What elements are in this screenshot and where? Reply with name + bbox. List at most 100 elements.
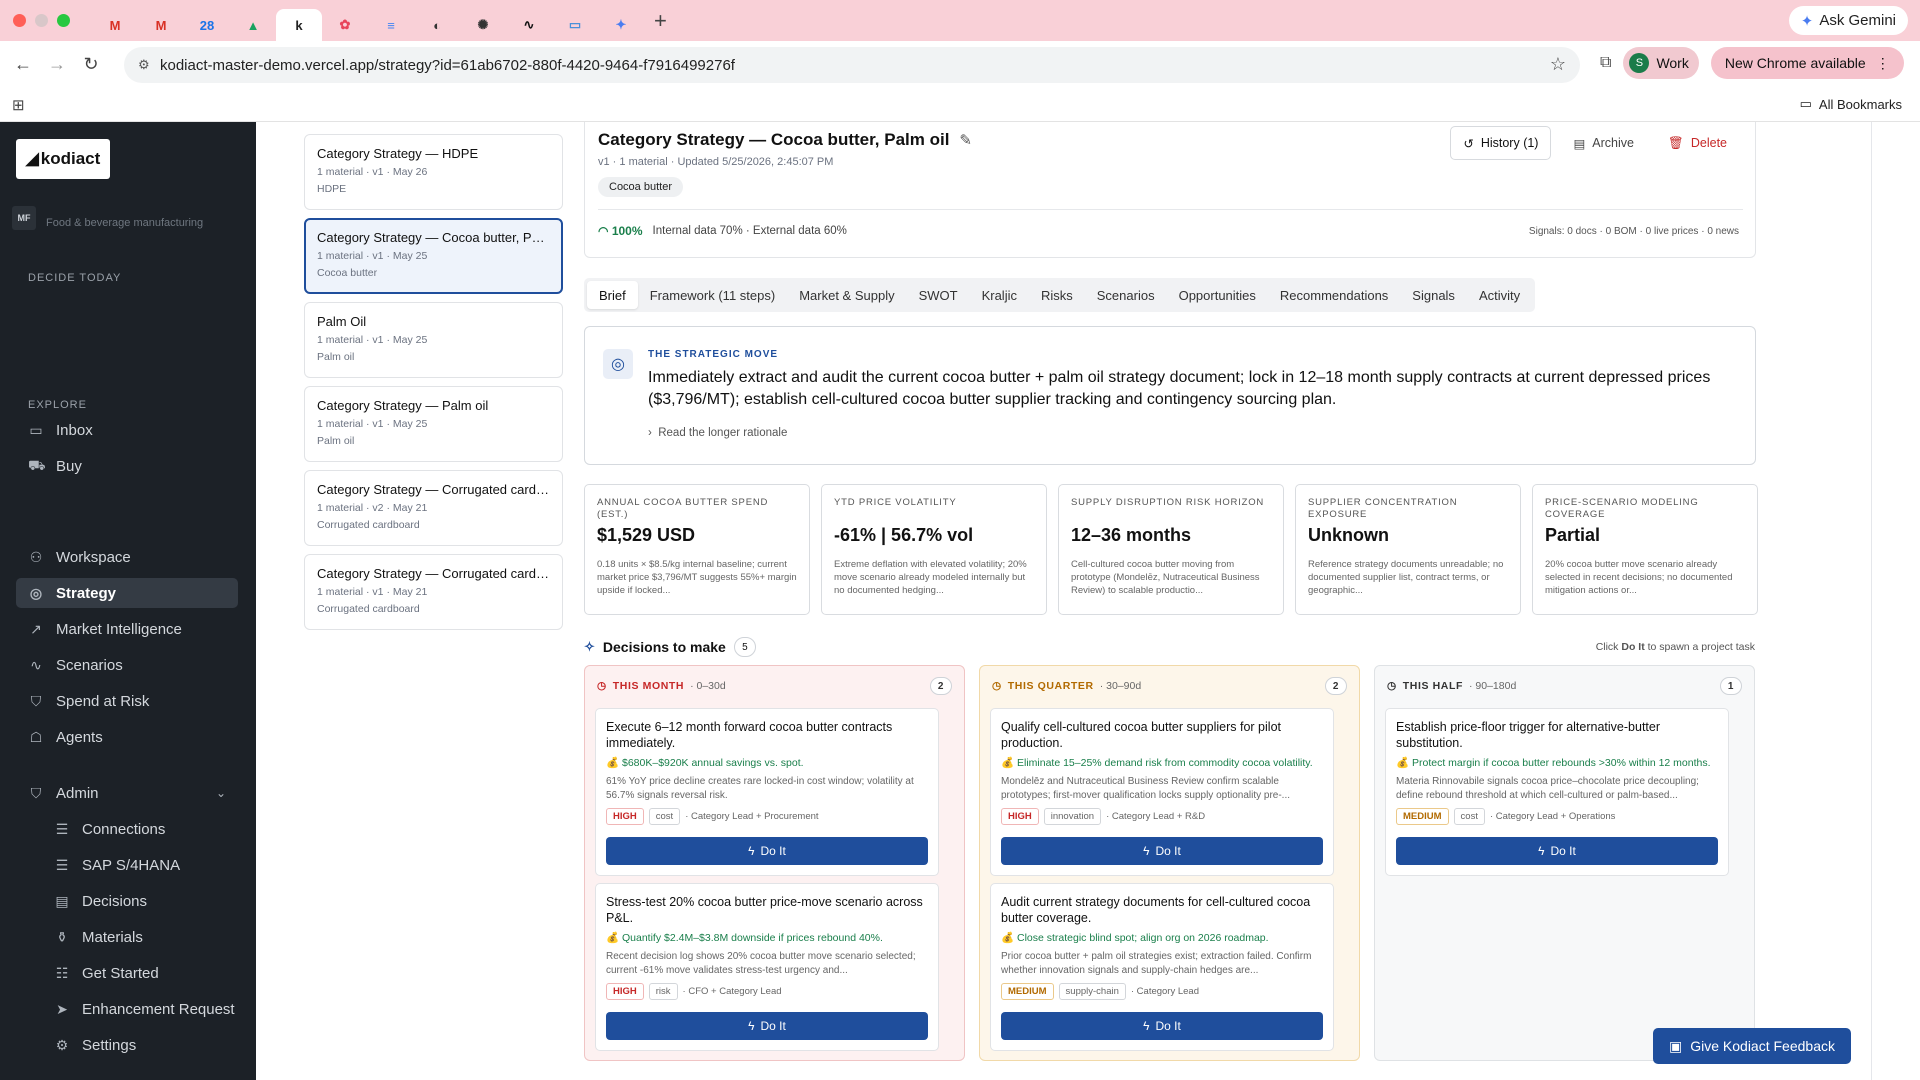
browser-tab[interactable]: 28 xyxy=(184,9,230,41)
sidebar-item-enhancement-request[interactable]: ➤ Enhancement Request xyxy=(42,994,238,1024)
sidebar-item-agents[interactable]: ☖ Agents xyxy=(16,722,238,752)
apps-grid-icon[interactable]: ⊞ xyxy=(12,96,25,114)
url-text: kodiact-master-demo.vercel.app/strategy?… xyxy=(160,56,735,74)
new-tab-button[interactable]: + xyxy=(654,8,667,34)
delete-button[interactable]: 🗑 Delete xyxy=(1656,126,1739,160)
do-it-label: Do It xyxy=(1155,1019,1181,1033)
strategy-list-item[interactable]: Palm Oil 1 material · v1 · May 25 Palm oil xyxy=(304,302,563,378)
do-it-button[interactable]: ϟ Do It xyxy=(1001,837,1323,865)
strategy-list-item[interactable]: Category Strategy — HDPE 1 material · v1 … xyxy=(304,134,563,210)
give-feedback-button[interactable]: ▣ Give Kodiact Feedback xyxy=(1653,1028,1851,1064)
column-label: THIS HALF xyxy=(1402,680,1463,692)
strategy-list-item[interactable]: Category Strategy — Palm oil 1 material ·… xyxy=(304,386,563,462)
strategy-list-item[interactable]: Category Strategy — Corrugated cardboard… xyxy=(304,470,563,546)
browser-tab[interactable]: ✺ xyxy=(460,9,506,41)
sidebar-item-label: Spend at Risk xyxy=(56,692,150,710)
tab-scenarios[interactable]: Scenarios xyxy=(1085,281,1167,309)
priority-badge: HIGH xyxy=(1001,808,1039,825)
site-info-icon[interactable]: ⚙ xyxy=(138,57,150,73)
strategy-list-item[interactable]: Category Strategy — Corrugated cardboard… xyxy=(304,554,563,630)
sidebar-item-connections[interactable]: ☰ Connections xyxy=(42,814,238,844)
sidebar-item-buy[interactable]: ⛟ Buy xyxy=(16,451,238,481)
tab-opportunities[interactable]: Opportunities xyxy=(1167,281,1268,309)
browser-tab[interactable]: ▲ xyxy=(230,9,276,41)
sidebar-item-decisions[interactable]: ▤ Decisions xyxy=(42,886,238,916)
sidebar-item-strategy[interactable]: ◎ Strategy xyxy=(16,578,238,608)
sidebar-item-inbox[interactable]: ▭ Inbox xyxy=(16,415,238,445)
strategy-header: Category Strategy — Cocoa butter, Palm o… xyxy=(584,122,1756,258)
browser-tab[interactable]: k xyxy=(276,9,322,41)
profile-button[interactable]: S Work xyxy=(1623,47,1699,79)
priority-badge: MEDIUM xyxy=(1396,808,1449,825)
chevron-down-icon: ⌄ xyxy=(215,786,226,800)
do-it-button[interactable]: ϟ Do It xyxy=(606,837,928,865)
reload-button[interactable]: ↻ xyxy=(80,54,102,75)
sidebar-item-sap[interactable]: ☰ SAP S/4HANA xyxy=(42,850,238,880)
browser-tab[interactable]: ✦ xyxy=(598,9,644,41)
completeness-indicator: ◠ 100% xyxy=(598,224,643,238)
tab-search-icon[interactable]: ⧉ xyxy=(1600,54,1611,72)
tab-risks[interactable]: Risks xyxy=(1029,281,1085,309)
signals-summary: Signals: 0 docs · 0 BOM · 0 live prices … xyxy=(1528,226,1739,237)
all-bookmarks-button[interactable]: ▭ All Bookmarks xyxy=(1800,96,1902,112)
sidebar-item-admin[interactable]: ⛉ Admin ⌄ xyxy=(16,778,238,808)
sidebar-item-scenarios[interactable]: ∿ Scenarios xyxy=(16,650,238,680)
decision-card: Audit current strategy documents for cel… xyxy=(990,883,1334,1051)
kpi-label: PRICE-SCENARIO MODELING COVERAGE xyxy=(1545,497,1699,520)
chrome-update-button[interactable]: New Chrome available ⋮ xyxy=(1710,47,1904,79)
tab-swot[interactable]: SWOT xyxy=(907,281,970,309)
sidebar-item-label: Market Intelligence xyxy=(56,620,182,638)
read-rationale-toggle[interactable]: › Read the longer rationale xyxy=(648,427,787,439)
do-it-button[interactable]: ϟ Do It xyxy=(606,1012,928,1040)
decision-owner: · Category Lead xyxy=(1130,986,1199,997)
history-button[interactable]: ↺ History (1) xyxy=(1450,126,1552,160)
tab-brief[interactable]: Brief xyxy=(587,281,638,309)
bookmark-star-icon[interactable]: ☆ xyxy=(1550,54,1566,75)
forward-button[interactable]: → xyxy=(46,54,68,75)
sidebar-item-spend-at-risk[interactable]: ⛉ Spend at Risk xyxy=(16,686,238,716)
sidebar-item-get-started[interactable]: ☷ Get Started xyxy=(42,958,238,988)
archive-button[interactable]: ▤ Archive xyxy=(1561,126,1646,160)
tab-kraljic[interactable]: Kraljic xyxy=(970,281,1029,309)
activity-icon: ∿ xyxy=(523,17,535,32)
ask-gemini-button[interactable]: ✦ Ask Gemini xyxy=(1788,6,1908,35)
trash-icon: 🗑 xyxy=(1667,135,1684,150)
tab-signals[interactable]: Signals xyxy=(1400,281,1467,309)
archive-icon: ▤ xyxy=(1573,136,1586,151)
kpi-label: SUPPLY DISRUPTION RISK HORIZON xyxy=(1071,497,1265,508)
decision-benefit: 💰 Quantify $2.4M–$3.8M downside if price… xyxy=(606,932,883,944)
browser-tab[interactable]: ▭ xyxy=(552,9,598,41)
strategy-list-item[interactable]: Category Strategy — Cocoa butter, Palm o… xyxy=(304,218,563,294)
kpi-value: -61% | 56.7% vol xyxy=(834,525,974,545)
minimize-window-button[interactable] xyxy=(35,14,48,27)
browser-tab[interactable]: ◐ xyxy=(414,9,460,41)
do-it-button[interactable]: ϟ Do It xyxy=(1396,837,1718,865)
back-button[interactable]: ← xyxy=(12,54,34,75)
decision-benefit: 💰 $680K–$920K annual savings vs. spot. xyxy=(606,757,804,769)
edit-pencil-icon[interactable]: ✎ xyxy=(959,131,972,149)
browser-tab[interactable]: ≡ xyxy=(368,9,414,41)
browser-tab[interactable]: M xyxy=(138,9,184,41)
kodiact-logo[interactable]: ◢ kodiact xyxy=(16,139,110,179)
browser-tab[interactable]: ∿ xyxy=(506,9,552,41)
tab-framework-11-steps[interactable]: Framework (11 steps) xyxy=(638,281,787,309)
decision-card: Qualify cell-cultured cocoa butter suppl… xyxy=(990,708,1334,876)
tab-recommendations[interactable]: Recommendations xyxy=(1268,281,1400,309)
tab-market-supply[interactable]: Market & Supply xyxy=(787,281,906,309)
address-bar[interactable]: ⚙ kodiact-master-demo.vercel.app/strateg… xyxy=(124,47,1580,83)
sidebar-item-market-intelligence[interactable]: ↗ Market Intelligence xyxy=(16,614,238,644)
kpi-card: SUPPLIER CONCENTRATION EXPOSURE Unknown Re… xyxy=(1295,484,1521,615)
sidebar-item-settings[interactable]: ⚙ Settings xyxy=(42,1030,238,1060)
package-icon: ⚱ xyxy=(56,928,68,945)
sidebar-item-materials[interactable]: ⚱ Materials xyxy=(42,922,238,952)
decision-benefit: 💰 Close strategic blind spot; align org … xyxy=(1001,932,1269,944)
org-switcher[interactable]: MF Food & beverage manufacturing xyxy=(12,206,203,230)
browser-tab[interactable]: M xyxy=(92,9,138,41)
do-it-button[interactable]: ϟ Do It xyxy=(1001,1012,1323,1040)
browser-tab[interactable]: ✿ xyxy=(322,9,368,41)
tab-activity[interactable]: Activity xyxy=(1467,281,1532,309)
sidebar-item-workspace[interactable]: ⚇ Workspace xyxy=(16,542,238,572)
close-window-button[interactable] xyxy=(13,14,26,27)
maximize-window-button[interactable] xyxy=(57,14,70,27)
strategy-item-category: Palm oil xyxy=(317,435,355,447)
